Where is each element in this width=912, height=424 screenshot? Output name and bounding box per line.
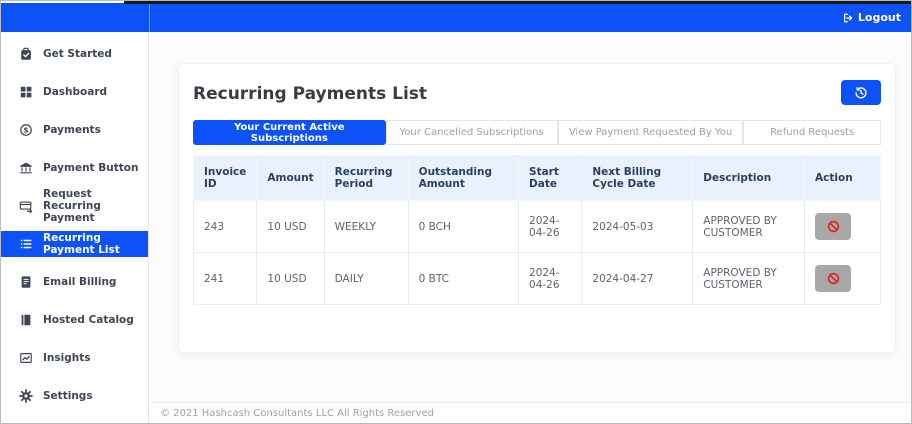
col-start-date: Start Date bbox=[518, 155, 583, 201]
document-icon bbox=[19, 275, 33, 289]
cell-description: APPROVED BY CUSTOMER bbox=[692, 252, 806, 305]
col-description: Description bbox=[692, 155, 806, 201]
main-content: Recurring Payments List Your Current Act… bbox=[150, 32, 911, 423]
cell-amount: 10 USD bbox=[256, 200, 325, 253]
tab-cancelled-subscriptions[interactable]: Your Cancelled Subscriptions bbox=[385, 120, 558, 145]
cell-outstanding-amount: 0 BTC bbox=[407, 252, 520, 305]
sidebar-item-label: Insights bbox=[43, 351, 91, 364]
page-title: Recurring Payments List bbox=[193, 84, 428, 104]
sidebar-item-recurring-payment-list[interactable]: Recurring Payment List bbox=[1, 231, 148, 257]
sidebar-item-label: Dashboard bbox=[43, 85, 108, 98]
clipboard-check-icon bbox=[19, 47, 33, 61]
sidebar: Get Started Dashboard $ Payments Payment… bbox=[1, 32, 149, 423]
dollar-circle-icon: $ bbox=[19, 123, 33, 137]
sidebar-item-label: Request Recurring Payment bbox=[43, 187, 101, 225]
window-top-edge bbox=[124, 1, 911, 4]
tab-refund-requests[interactable]: Refund Requests bbox=[743, 120, 881, 145]
col-outstanding-amount: Outstanding Amount bbox=[407, 155, 520, 201]
logout-button[interactable]: Logout bbox=[842, 11, 901, 24]
cell-action bbox=[804, 200, 881, 253]
cell-recurring-period: WEEKLY bbox=[323, 200, 409, 253]
history-icon bbox=[854, 86, 868, 100]
cell-invoice-id: 241 bbox=[192, 252, 258, 305]
topbar: Logout bbox=[1, 3, 911, 32]
sidebar-item-label: Hosted Catalog bbox=[43, 313, 134, 326]
cell-recurring-period: DAILY bbox=[323, 252, 409, 305]
app-window: Logout Get Started Dashboard $ Payments bbox=[0, 0, 912, 424]
cell-invoice-id: 243 bbox=[192, 200, 258, 253]
sidebar-item-label: Recurring Payment List bbox=[43, 231, 120, 256]
sidebar-item-payment-button[interactable]: Payment Button bbox=[1, 149, 148, 187]
logout-icon bbox=[842, 12, 854, 24]
cell-action bbox=[804, 252, 881, 305]
col-action: Action bbox=[804, 155, 881, 201]
sidebar-item-label: Payments bbox=[43, 123, 101, 136]
cell-description: APPROVED BY CUSTOMER bbox=[692, 200, 806, 253]
cell-start-date: 2024-04-26 bbox=[518, 252, 583, 305]
cell-next-billing-cycle-date: 2024-05-03 bbox=[581, 200, 694, 253]
grid-icon bbox=[19, 85, 33, 99]
footer: © 2021 Hashcash Consultants LLC All Righ… bbox=[150, 402, 911, 423]
gear-icon bbox=[19, 389, 33, 403]
chart-icon bbox=[19, 351, 33, 365]
block-icon bbox=[826, 219, 841, 234]
col-recurring-period: Recurring Period bbox=[323, 155, 409, 201]
topbar-divider bbox=[149, 3, 150, 32]
col-next-billing-cycle-date: Next Billing Cycle Date bbox=[581, 155, 694, 201]
sidebar-item-settings[interactable]: Settings bbox=[1, 377, 148, 415]
logout-label: Logout bbox=[857, 11, 901, 24]
recurring-payments-card: Recurring Payments List Your Current Act… bbox=[178, 63, 896, 353]
bank-icon bbox=[19, 161, 33, 175]
cancel-subscription-button[interactable] bbox=[815, 265, 852, 292]
copyright-text: © 2021 Hashcash Consultants LLC All Righ… bbox=[160, 407, 434, 419]
table-row: 241 10 USD DAILY 0 BTC 2024-04-26 2024-0… bbox=[192, 252, 881, 305]
table-header-row: Invoice ID Amount Recurring Period Outst… bbox=[192, 155, 881, 201]
sidebar-item-get-started[interactable]: Get Started bbox=[1, 35, 148, 73]
sidebar-item-label: Settings bbox=[43, 389, 93, 402]
cell-next-billing-cycle-date: 2024-04-27 bbox=[581, 252, 694, 305]
sidebar-item-dashboard[interactable]: Dashboard bbox=[1, 73, 148, 111]
col-amount: Amount bbox=[256, 155, 325, 201]
card-arrow-icon bbox=[19, 199, 33, 213]
tab-payment-requested-by-you[interactable]: View Payment Requested By You bbox=[557, 120, 744, 145]
sidebar-item-label: Email Billing bbox=[43, 275, 117, 288]
table-row: 243 10 USD WEEKLY 0 BCH 2024-04-26 2024-… bbox=[192, 200, 881, 253]
subscription-tabs: Your Current Active Subscriptions Your C… bbox=[193, 120, 881, 145]
cell-amount: 10 USD bbox=[256, 252, 325, 305]
sidebar-item-label: Payment Button bbox=[43, 161, 139, 174]
cell-outstanding-amount: 0 BCH bbox=[407, 200, 520, 253]
book-icon bbox=[19, 313, 33, 327]
sidebar-item-insights[interactable]: Insights bbox=[1, 339, 148, 377]
sidebar-item-hosted-catalog[interactable]: Hosted Catalog bbox=[1, 301, 148, 339]
svg-text:$: $ bbox=[23, 126, 28, 135]
sidebar-item-email-billing[interactable]: Email Billing bbox=[1, 263, 148, 301]
tab-current-active-subscriptions[interactable]: Your Current Active Subscriptions bbox=[193, 120, 386, 145]
sidebar-item-label: Get Started bbox=[43, 47, 112, 60]
sidebar-item-payments[interactable]: $ Payments bbox=[1, 111, 148, 149]
history-button[interactable] bbox=[841, 80, 881, 105]
list-icon bbox=[19, 237, 33, 251]
sidebar-item-request-recurring-payment[interactable]: Request Recurring Payment bbox=[1, 187, 148, 225]
cell-start-date: 2024-04-26 bbox=[518, 200, 583, 253]
cancel-subscription-button[interactable] bbox=[815, 213, 852, 240]
block-icon bbox=[826, 271, 841, 286]
subscriptions-table: Invoice ID Amount Recurring Period Outst… bbox=[192, 155, 881, 305]
col-invoice-id: Invoice ID bbox=[192, 155, 258, 201]
